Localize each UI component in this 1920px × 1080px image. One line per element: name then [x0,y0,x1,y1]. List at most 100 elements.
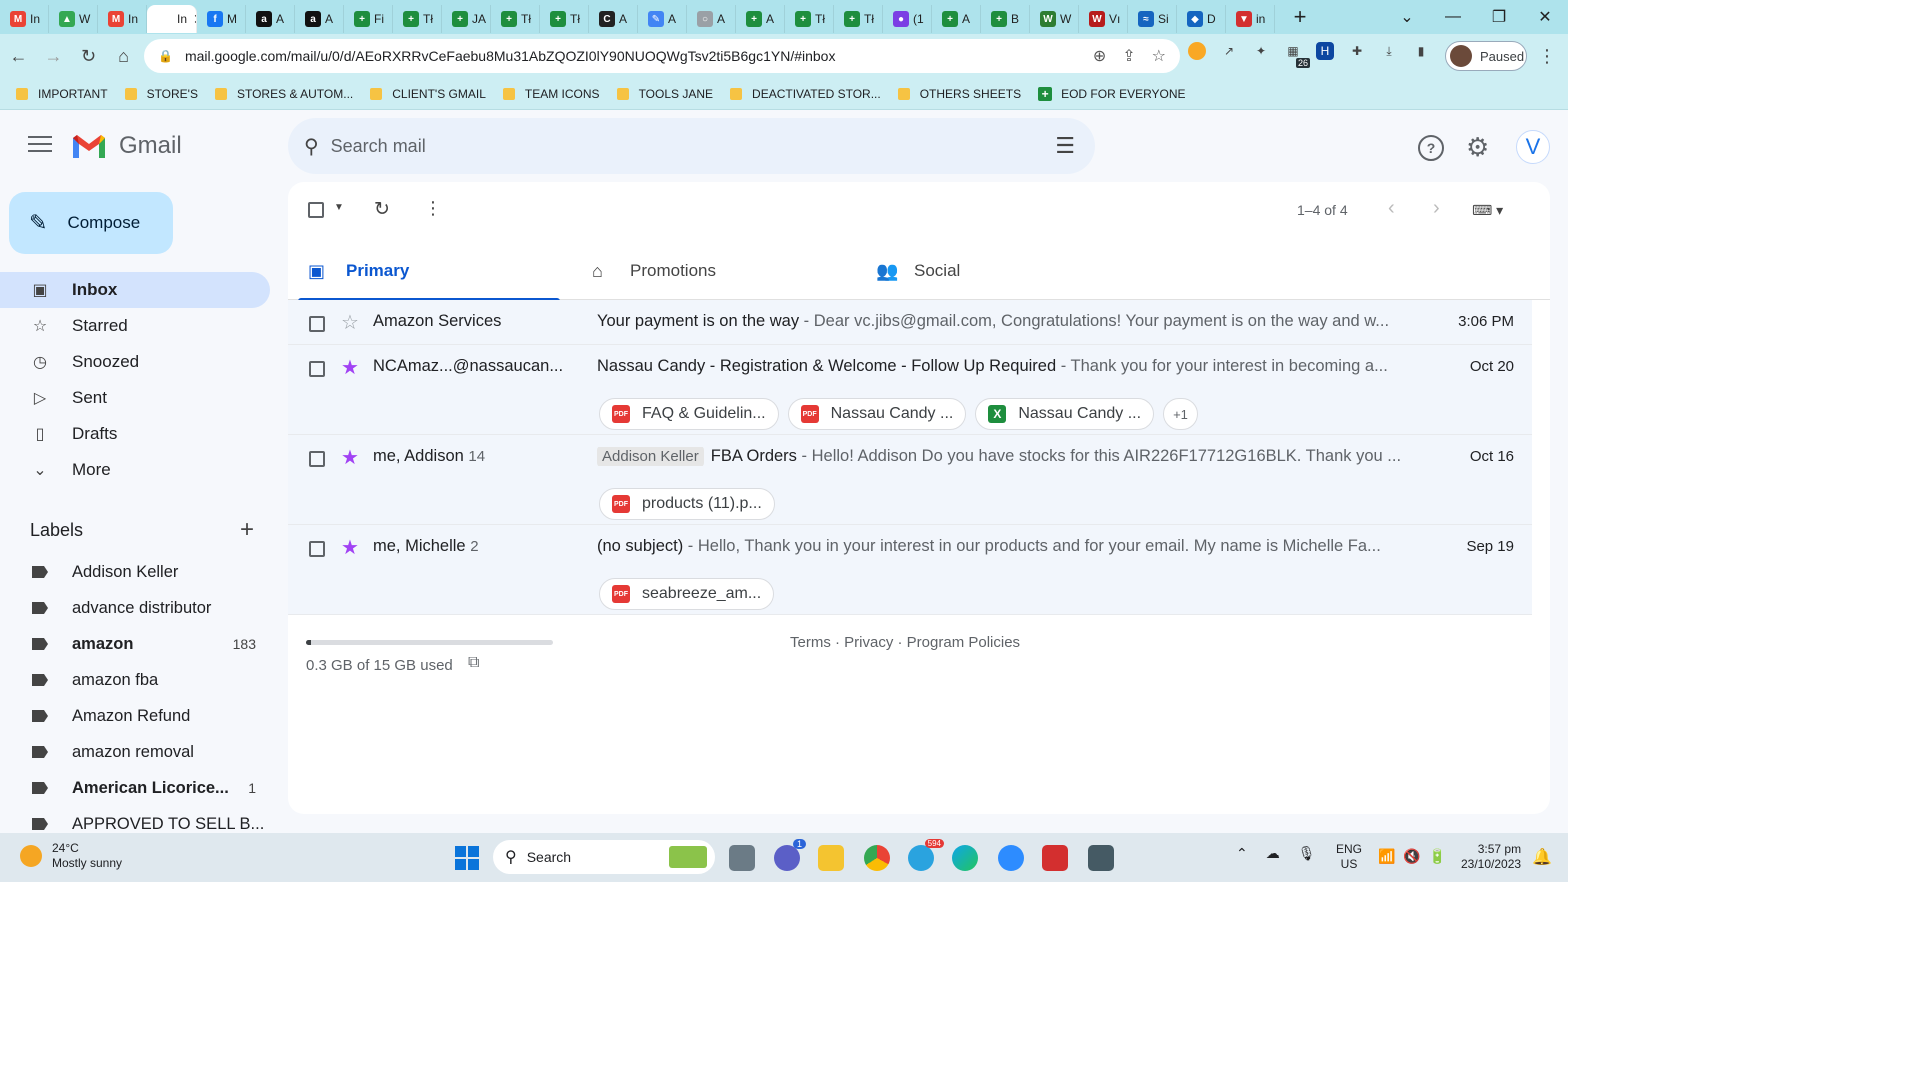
email-row[interactable]: ☆ Amazon Services Your payment is on the w… [288,300,1532,345]
select-dropdown-icon[interactable]: ▼ [334,202,344,213]
chrome-icon[interactable] [864,845,890,871]
home-button[interactable]: ⌂ [107,46,140,67]
bookmark-item[interactable]: OTHERS SHEETS [897,87,1021,101]
row-checkbox[interactable] [309,541,325,557]
browser-tab[interactable]: In✕ [147,5,197,33]
language-indicator[interactable]: ENG US [1336,842,1362,872]
telegram-icon[interactable]: 594 [908,839,944,871]
bookmark-item[interactable]: IMPORTANT [16,87,108,101]
search-bar[interactable]: ⚲ Search mail ☰ [288,118,1095,174]
search-input[interactable]: Search mail [331,136,1056,157]
browser-tab[interactable]: ≈ Si [1128,5,1177,33]
clock[interactable]: 3:57 pm 23/10/2023 [1461,842,1521,872]
search-icon[interactable]: ⚲ [304,134,319,159]
email-subject-line[interactable]: Your payment is on the way - Dear vc.jib… [597,312,1409,331]
star-icon[interactable]: ☆ [341,310,359,335]
label-item[interactable]: amazon removal [0,734,270,770]
new-tab-button[interactable]: + [1285,4,1315,30]
email-sender[interactable]: Amazon Services [373,312,501,331]
browser-tab[interactable]: aA [295,5,344,33]
bookmark-item[interactable]: DEACTIVATED STOR... [730,87,881,101]
url-text[interactable]: mail.google.com/mail/u/0/d/AEoRXRRvCeFae… [185,48,1093,64]
bookmark-item[interactable]: CLIENT'S GMAIL [370,87,486,101]
browser-tab[interactable]: + Fi [344,5,393,33]
email-sender[interactable]: NCAmaz...@nassaucan... [373,357,563,376]
more-attachments-chip[interactable]: +1 [1163,398,1198,430]
compose-button[interactable]: ✎ Compose [9,192,173,254]
email-sender[interactable]: me, Michelle 2 [373,537,479,556]
tab-search-icon[interactable]: ⌄ [1384,7,1430,27]
task-view-icon[interactable] [729,845,755,871]
network-sound-battery[interactable]: 📶🔇🔋 [1378,848,1454,865]
label-item[interactable]: American Licorice... 1 [0,770,270,806]
email-subject-line[interactable]: (no subject) - Hello, Thank you in your … [597,537,1409,556]
zoom-icon[interactable] [998,845,1024,871]
forward-button[interactable]: → [37,46,70,67]
browser-tab[interactable]: + Tł [491,5,540,33]
more-options-icon[interactable]: ⋮ [424,198,442,219]
extension-calendar-icon[interactable]: ▦ 26 [1284,42,1310,68]
microphone-icon[interactable]: 🎙 [1298,845,1316,862]
label-item[interactable]: Amazon Refund [0,698,270,734]
newer-page-icon[interactable]: › [1433,197,1440,220]
gmail-logo[interactable]: Gmail [71,132,182,160]
teams-chat-icon[interactable]: 1 [774,839,806,871]
row-checkbox[interactable] [309,316,325,332]
windows-start-icon[interactable] [455,846,479,870]
email-subject-line[interactable]: Addison Keller FBA Orders - Hello! Addiso… [597,447,1409,466]
notification-bell-icon[interactable]: 🔔 [1532,847,1552,867]
browser-tab[interactable]: M In [98,5,147,33]
edge-icon[interactable] [952,845,978,871]
star-icon[interactable]: ★ [341,355,359,380]
help-icon[interactable]: ? [1418,134,1444,161]
back-button[interactable]: ← [2,46,35,67]
browser-tab[interactable]: + A [736,5,785,33]
star-icon[interactable]: ★ [341,445,359,470]
browser-tab[interactable]: fM [197,5,246,33]
omnibox[interactable]: 🔒 mail.google.com/mail/u/0/d/AEoRXRRvCeF… [144,39,1180,73]
email-label-chip[interactable]: Addison Keller [597,447,704,466]
reload-button[interactable]: ↻ [72,46,105,67]
browser-tab[interactable]: CA [589,5,638,33]
main-menu-icon[interactable] [28,136,52,157]
tab-promotions[interactable]: ⌂ Promotions [572,242,844,300]
sidebar-item-drafts[interactable]: ▯ Drafts [0,416,270,452]
tab-social[interactable]: 👥 Social [856,242,1128,300]
extension-arrow-icon[interactable]: ↗ [1220,42,1238,60]
sidebar-item-sent[interactable]: ▷ Sent [0,380,270,416]
restore-button[interactable]: ❐ [1476,7,1522,27]
attachment-chip[interactable]: X Nassau Candy ... [975,398,1155,430]
extensions-puzzle-icon[interactable]: ✚ [1348,42,1366,60]
gear-icon[interactable]: ⚙ [1466,132,1489,163]
sidebar-item-snoozed[interactable]: ◷ Snoozed [0,344,270,380]
tab-primary[interactable]: ▣ Primary [288,242,560,301]
email-subject-line[interactable]: Nassau Candy - Registration & Welcome - … [597,357,1409,376]
extension-orange-icon[interactable] [1188,42,1206,60]
browser-tab[interactable]: ▲ W [49,5,98,33]
browser-tab[interactable]: + A [932,5,981,33]
attachment-chip[interactable]: PDF seabreeze_am... [599,578,775,610]
browser-tab[interactable]: + JA [442,5,491,33]
browser-tab[interactable]: + Tł [393,5,442,33]
attachment-chip[interactable]: PDF Nassau Candy ... [787,398,967,430]
taskbar-search[interactable]: ⚲ Search [493,840,715,874]
browser-tab[interactable]: M In [0,5,49,33]
sidebar-item-inbox[interactable]: ▣ Inbox [0,272,270,308]
footer-links[interactable]: Terms · Privacy · Program Policies [790,634,1020,651]
minimize-button[interactable]: — [1430,8,1476,26]
refresh-icon[interactable]: ↻ [374,198,390,221]
browser-tab[interactable]: ● (1 [883,5,932,33]
wps-office-icon[interactable] [1042,845,1068,871]
browser-tab[interactable]: + Tł [834,5,883,33]
bookmark-item[interactable]: TOOLS JANE [616,87,713,101]
browser-tab[interactable]: aA [246,5,295,33]
star-icon[interactable]: ★ [341,535,359,560]
weather-widget[interactable]: 24°C Mostly sunny [20,841,122,871]
browser-tab[interactable]: + B [981,5,1030,33]
bookmark-item[interactable]: STORE'S [124,87,198,101]
attachment-chip[interactable]: PDF products (11).p... [599,488,775,520]
extension-helium-icon[interactable]: H [1316,42,1334,60]
sidebar-item-more[interactable]: ⌄ More [0,452,270,488]
browser-tab[interactable]: ✎ A [638,5,687,33]
label-item[interactable]: amazon fba [0,662,270,698]
